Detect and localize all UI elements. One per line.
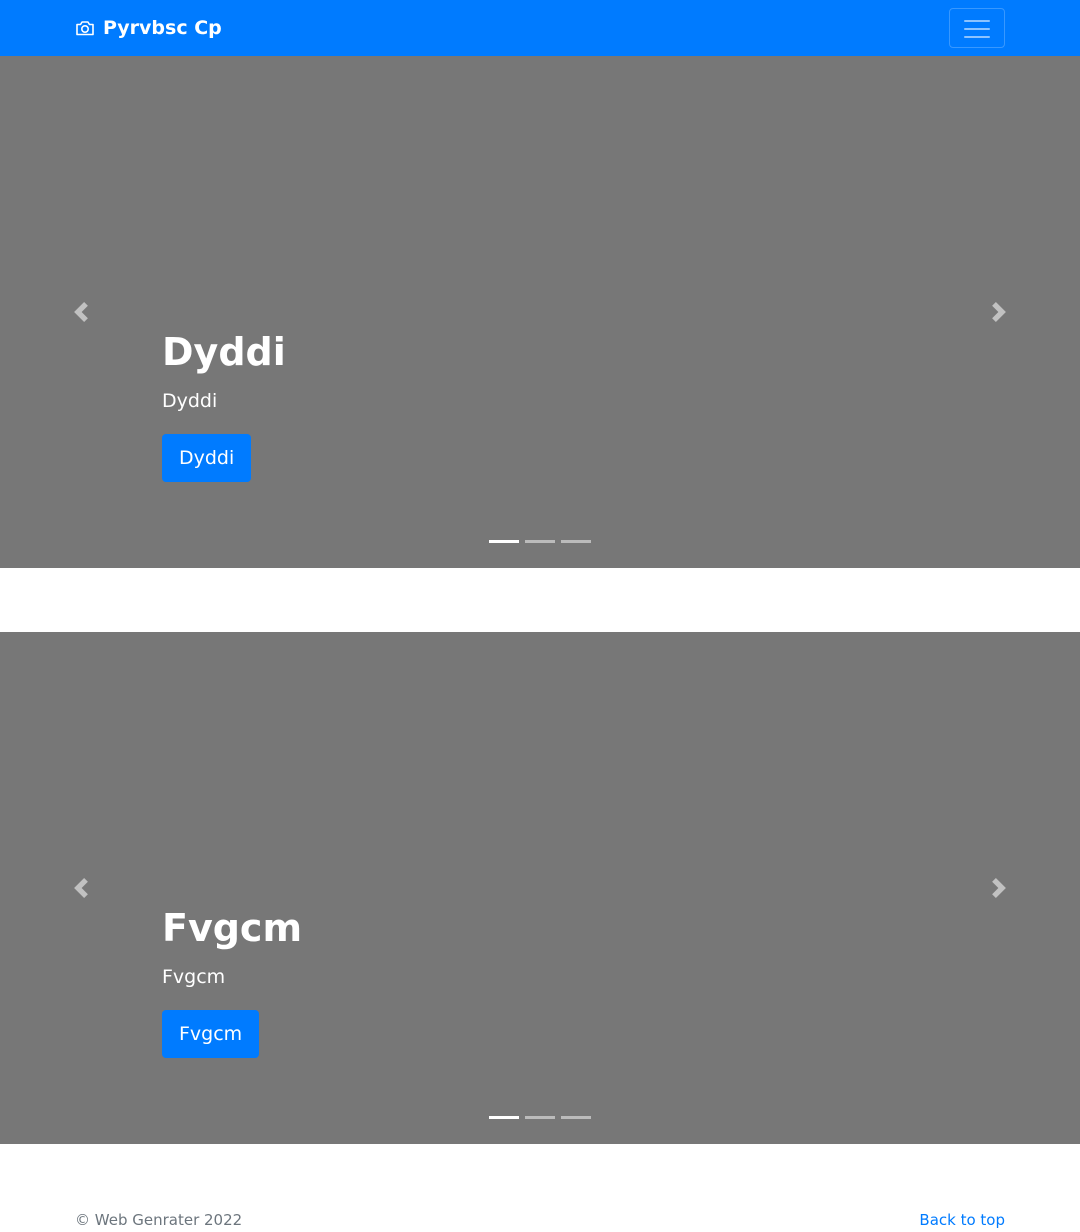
chevron-left-icon (74, 302, 88, 322)
footer: © Web Genrater 2022 Back to top (0, 1192, 1080, 1232)
chevron-left-icon (74, 878, 88, 898)
carousel-1: Dyddi Dyddi Dyddi (0, 56, 1080, 568)
brand-name: Pyrvbsc Cp (103, 17, 222, 39)
carousel-caption: Dyddi Dyddi Dyddi (162, 328, 918, 482)
slide-button[interactable]: Dyddi (162, 434, 252, 482)
slide-title: Fvgcm (162, 906, 303, 950)
slide-text: Fvgcm (162, 966, 226, 988)
carousel-prev-button[interactable] (0, 56, 162, 568)
brand-link[interactable]: Pyrvbsc Cp (75, 14, 222, 42)
slide-text: Dyddi (162, 390, 218, 412)
back-to-top-link[interactable]: Back to top (919, 1210, 1005, 1230)
carousel-indicator[interactable] (561, 539, 591, 543)
navbar: Pyrvbsc Cp (0, 0, 1080, 56)
carousel-indicators (0, 1114, 1080, 1120)
carousel-indicator[interactable] (525, 1115, 555, 1119)
carousel-prev-button[interactable] (0, 632, 162, 1144)
carousel-indicator[interactable] (489, 1115, 519, 1119)
carousel-2: Fvgcm Fvgcm Fvgcm (0, 632, 1080, 1144)
slide-title: Dyddi (162, 330, 286, 374)
camera-icon (75, 18, 95, 38)
carousel-indicator[interactable] (525, 539, 555, 543)
chevron-right-icon (992, 878, 1006, 898)
carousel-next-button[interactable] (918, 632, 1080, 1144)
slide-button[interactable]: Fvgcm (162, 1010, 260, 1058)
carousel-indicators (0, 538, 1080, 544)
carousel-indicator[interactable] (489, 539, 519, 543)
carousel-next-button[interactable] (918, 56, 1080, 568)
carousel-caption: Fvgcm Fvgcm Fvgcm (162, 904, 918, 1058)
carousel-indicator[interactable] (561, 1115, 591, 1119)
copyright-text: © Web Genrater 2022 (75, 1211, 243, 1229)
navbar-toggler-button[interactable] (949, 8, 1005, 48)
chevron-right-icon (992, 302, 1006, 322)
